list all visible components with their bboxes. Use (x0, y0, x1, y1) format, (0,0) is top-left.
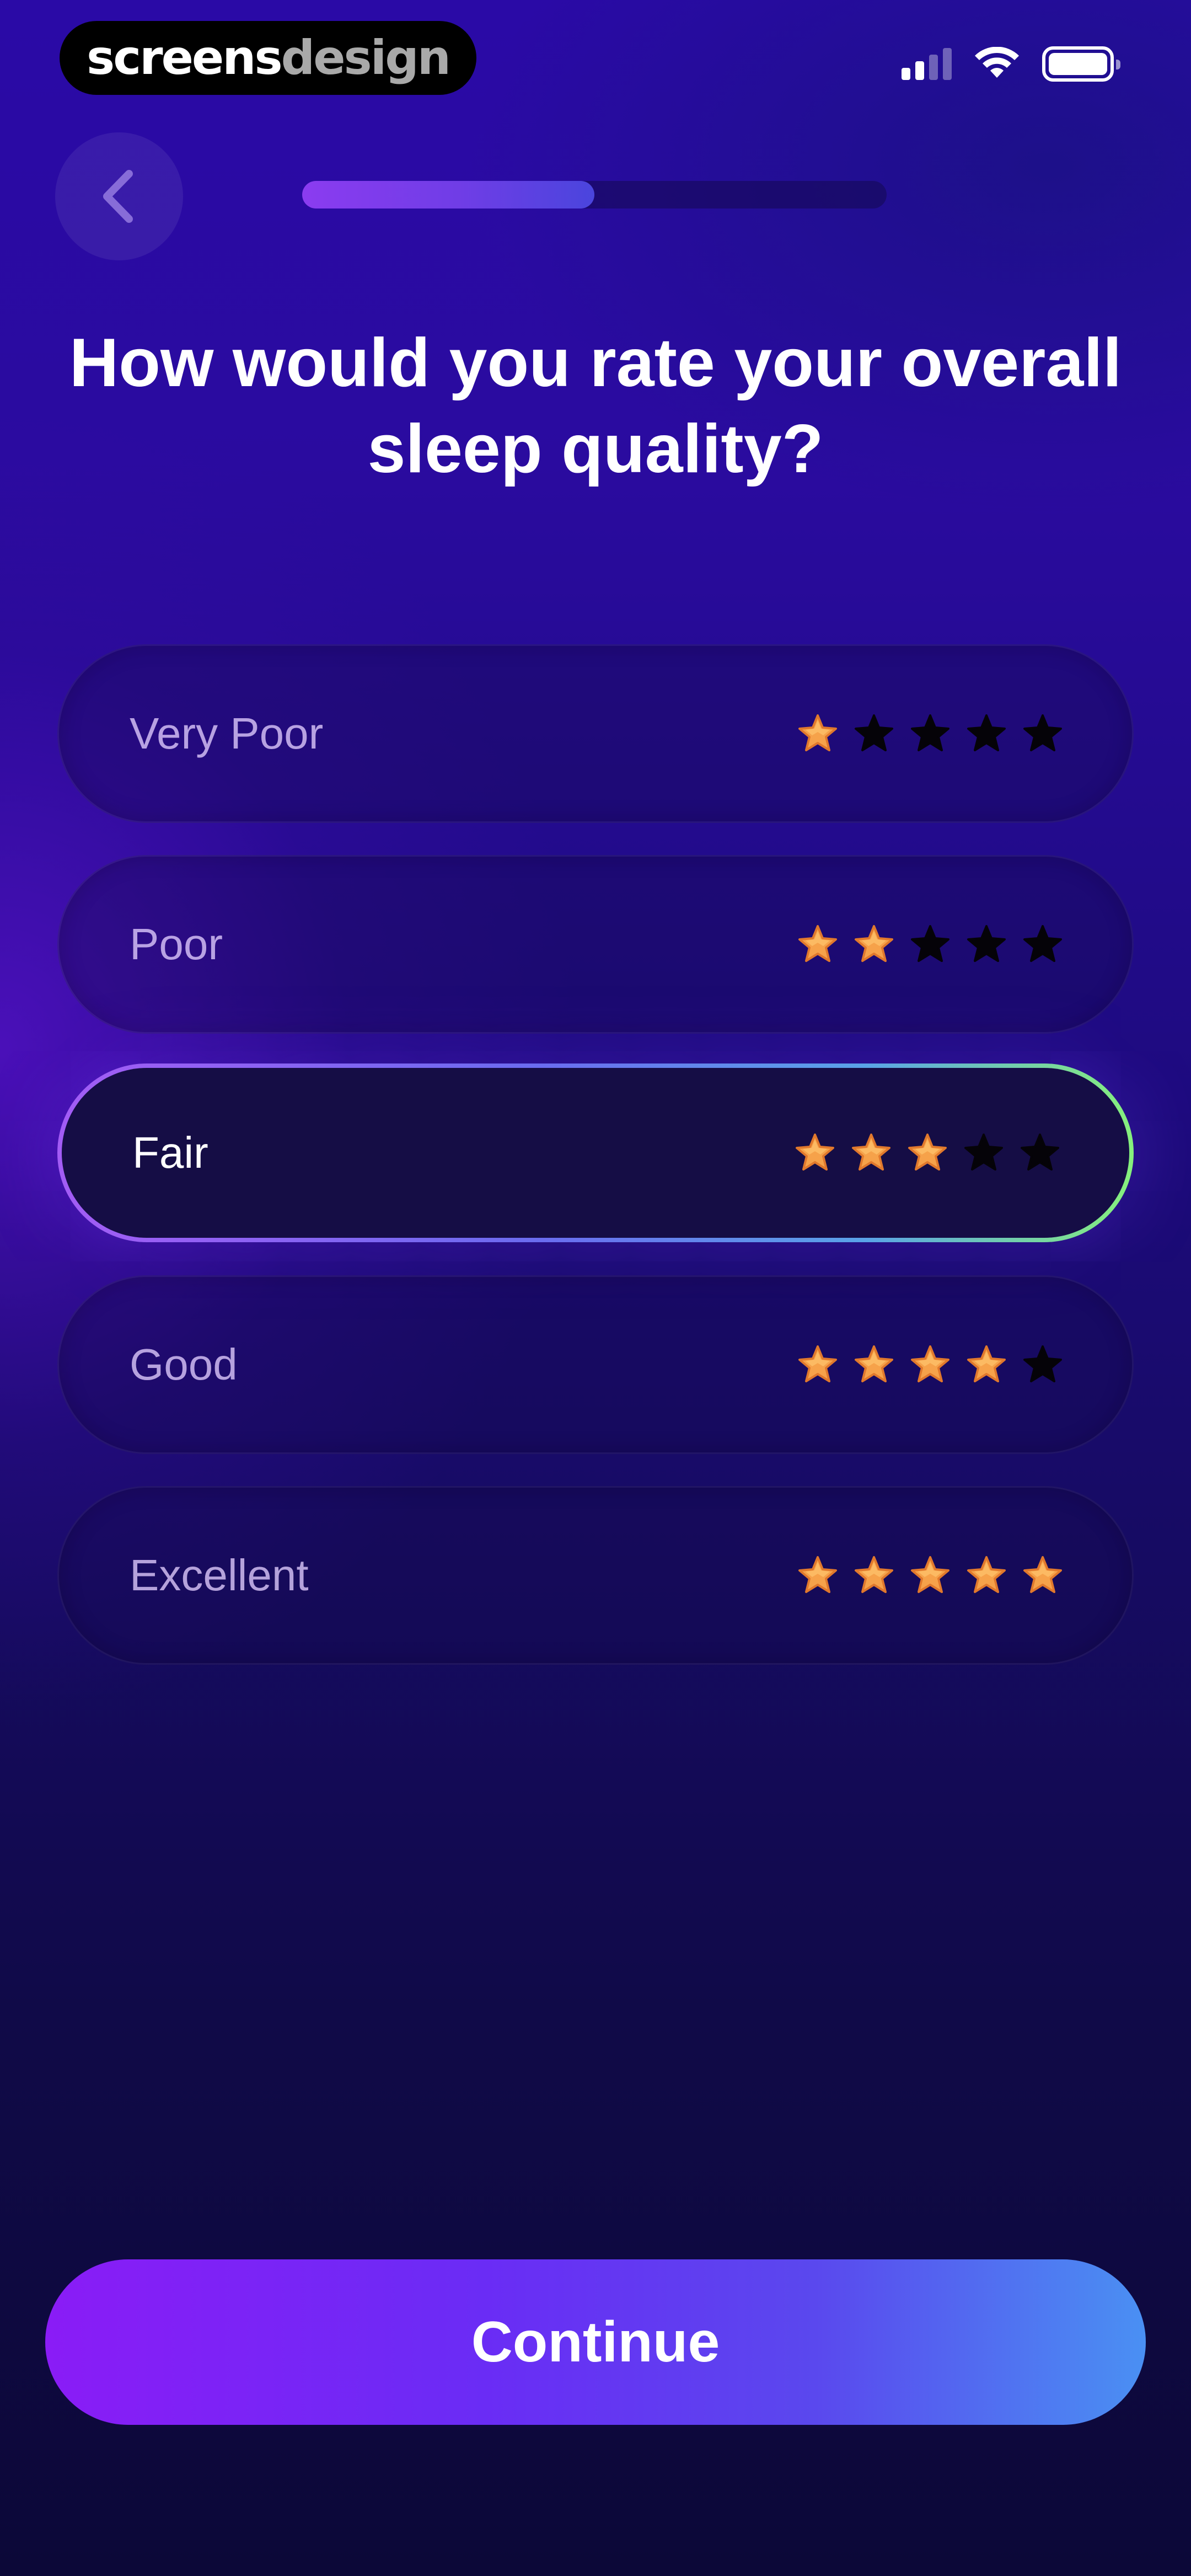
star-filled-icon (798, 1556, 837, 1593)
star-empty-icon (967, 925, 1006, 962)
rating-option-label: Excellent (130, 1551, 309, 1600)
star-empty-icon (1021, 1134, 1059, 1171)
star-filled-icon (798, 1345, 837, 1382)
star-filled-icon (908, 1134, 947, 1171)
continue-button[interactable]: Continue (45, 2259, 1146, 2425)
watermark-part-1: screens (87, 30, 283, 85)
back-button[interactable] (55, 132, 183, 260)
rating-option[interactable]: Very Poor (57, 644, 1134, 823)
question-title: How would you rate your overall sleep qu… (69, 325, 1122, 487)
wifi-icon (975, 47, 1019, 78)
star-filled-icon (911, 1345, 949, 1382)
star-filled-icon (967, 1345, 1006, 1382)
rating-option-label: Fair (132, 1128, 208, 1177)
star-empty-icon (911, 714, 949, 751)
screensdesign-watermark: screens design (60, 21, 476, 95)
battery-icon (1042, 46, 1120, 82)
star-rating (798, 1345, 1063, 1385)
star-empty-icon (964, 1134, 1003, 1171)
star-filled-icon (796, 1134, 834, 1171)
star-rating (798, 1556, 1063, 1595)
star-filled-icon (798, 925, 837, 962)
star-filled-icon (852, 1134, 890, 1171)
rating-option-label: Very Poor (130, 709, 324, 758)
rating-option[interactable]: Good (57, 1275, 1134, 1454)
chevron-left-icon (103, 170, 133, 223)
star-empty-icon (1023, 925, 1062, 962)
rating-option[interactable]: Poor (57, 855, 1134, 1034)
cellular-signal-icon (902, 48, 952, 80)
rating-option-label: Poor (130, 920, 223, 969)
rating-option-label: Good (130, 1340, 238, 1389)
star-empty-icon (911, 925, 949, 962)
star-filled-icon (855, 1556, 893, 1593)
rating-option[interactable]: Excellent (57, 1486, 1134, 1665)
status-bar (902, 46, 1120, 82)
star-filled-icon (855, 925, 893, 962)
star-filled-icon (855, 1345, 893, 1382)
star-rating (795, 1133, 1060, 1173)
star-empty-icon (1023, 1345, 1062, 1382)
progress-bar-fill (302, 181, 594, 209)
star-filled-icon (911, 1556, 949, 1593)
rating-option[interactable]: Fair (57, 1063, 1134, 1242)
star-filled-icon (1023, 1556, 1062, 1593)
star-filled-icon (967, 1556, 1006, 1593)
star-empty-icon (967, 714, 1006, 751)
star-empty-icon (1023, 714, 1062, 751)
watermark-part-2: design (281, 30, 451, 85)
star-filled-icon (798, 714, 837, 751)
star-rating (798, 924, 1063, 964)
progress-bar (302, 181, 887, 209)
star-empty-icon (855, 714, 893, 751)
star-rating (798, 714, 1063, 753)
